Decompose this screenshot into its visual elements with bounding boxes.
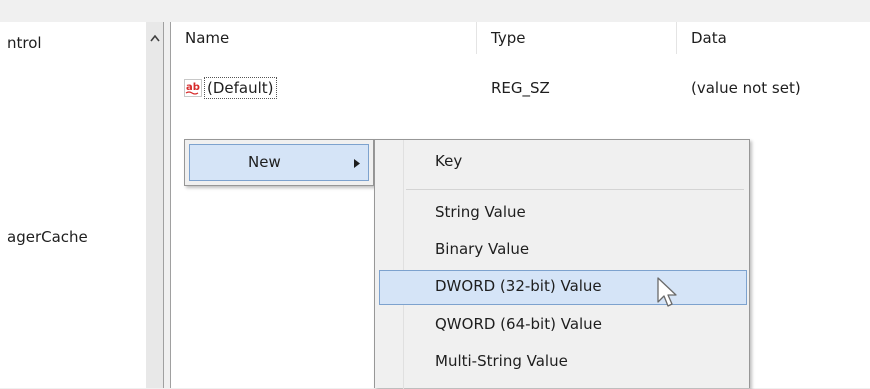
scroll-up-button[interactable] bbox=[146, 30, 163, 46]
column-header-data[interactable]: Data bbox=[677, 22, 870, 54]
menu-item-new-label: New bbox=[248, 153, 281, 171]
new-submenu: Key String Value Binary Value DWORD (32-… bbox=[374, 139, 750, 389]
submenu-arrow-icon bbox=[354, 159, 360, 168]
tree-item-managercache[interactable]: agerCache bbox=[7, 228, 88, 246]
menu-item-label: String Value bbox=[435, 203, 526, 221]
menu-item-label: Multi-String Value bbox=[435, 352, 568, 370]
menu-item-label: DWORD (32-bit) Value bbox=[435, 277, 602, 295]
menu-item-string-value[interactable]: String Value bbox=[379, 196, 747, 231]
column-header-type[interactable]: Type bbox=[477, 22, 677, 54]
value-type: REG_SZ bbox=[491, 79, 550, 97]
chevron-up-icon bbox=[149, 34, 160, 42]
registry-tree-pane[interactable]: ntrol agerCache bbox=[0, 22, 147, 388]
menu-item-label: Key bbox=[435, 152, 463, 170]
mouse-pointer-icon bbox=[657, 277, 677, 307]
tree-item-control[interactable]: ntrol bbox=[7, 34, 42, 52]
menu-item-binary-value[interactable]: Binary Value bbox=[379, 233, 747, 268]
menu-item-label: QWORD (64-bit) Value bbox=[435, 315, 602, 333]
string-value-ab-icon: ab bbox=[184, 79, 202, 97]
menu-item-dword-value[interactable]: DWORD (32-bit) Value bbox=[379, 270, 747, 305]
table-row[interactable]: ab (Default) REG_SZ (value not set) bbox=[171, 76, 870, 102]
svg-text:ab: ab bbox=[186, 82, 200, 93]
value-data: (value not set) bbox=[691, 79, 801, 97]
menu-item-label: Binary Value bbox=[435, 240, 530, 258]
menu-item-multi-string-value[interactable]: Multi-String Value bbox=[379, 345, 747, 380]
menu-item-key[interactable]: Key bbox=[379, 145, 747, 180]
menu-item-qword-value[interactable]: QWORD (64-bit) Value bbox=[379, 308, 747, 343]
column-header-name[interactable]: Name bbox=[171, 22, 477, 54]
menu-item-new[interactable]: New bbox=[189, 144, 369, 181]
context-menu: New bbox=[184, 139, 374, 186]
value-name-default[interactable]: (Default) bbox=[204, 77, 277, 99]
tree-vertical-scrollbar[interactable] bbox=[146, 22, 164, 388]
menu-separator bbox=[406, 189, 744, 190]
